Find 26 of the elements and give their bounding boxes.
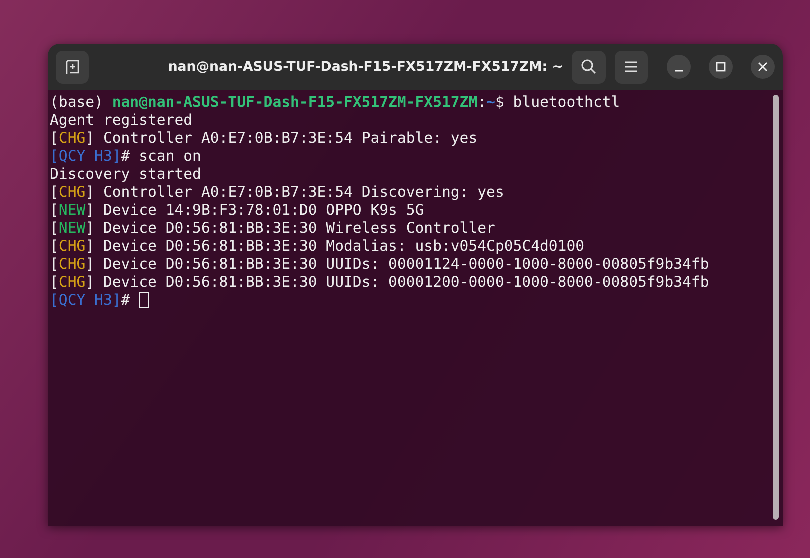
maximize-icon — [716, 62, 726, 72]
close-button[interactable] — [750, 55, 775, 79]
terminal-line: [QCY H3]# — [50, 292, 773, 310]
scrollbar[interactable] — [773, 95, 779, 520]
new-tab-button[interactable] — [56, 50, 90, 84]
menu-button[interactable] — [614, 50, 648, 84]
search-button[interactable] — [572, 50, 606, 84]
terminal-line: [CHG] Device D0:56:81:BB:3E:30 UUIDs: 00001200-0000-1000-8000-00805f9b34fb — [50, 274, 710, 292]
new-tab-icon — [64, 59, 81, 75]
terminal-line: [CHG] Device D0:56:81:BB:3E:30 UUIDs: 00001124-0000-1000-8000-00805f9b34fb — [50, 256, 710, 274]
terminal-line: Agent registered — [50, 112, 194, 130]
menu-icon — [624, 61, 638, 73]
close-icon — [758, 62, 768, 72]
terminal-line: Discovery started — [50, 166, 202, 184]
terminal-line: [QCY H3]# scan on — [50, 148, 202, 166]
window-title: nan@nan-ASUS-TUF-Dash-F15-FX517ZM-FX517ZM: ~ — [167, 60, 564, 74]
terminal-line: [CHG] Device D0:56:81:BB:3E:30 Modalias: usb:v054Cp05C4d0100 — [50, 238, 586, 256]
terminal-line: [NEW] Device 14:9B:F3:78:01:D0 OPPO K9s 5G — [50, 202, 426, 220]
terminal-line: [NEW] Device D0:56:81:BB:3E:30 Wireless Controller — [50, 220, 496, 238]
terminal-line: [CHG] Controller A0:E7:0B:B7:3E:54 Discovering: yes — [50, 184, 506, 202]
minimize-icon — [674, 70, 683, 72]
search-icon — [581, 59, 598, 75]
terminal-line: [CHG] Controller A0:E7:0B:B7:3E:54 Pairable: yes — [50, 130, 479, 148]
terminal-line: (base) nan@nan-ASUS-TUF-Dash-F15-FX517ZM-FX517ZM:~$ bluetoothctl — [50, 94, 622, 112]
minimize-button[interactable] — [666, 55, 691, 79]
maximize-button[interactable] — [708, 55, 733, 79]
